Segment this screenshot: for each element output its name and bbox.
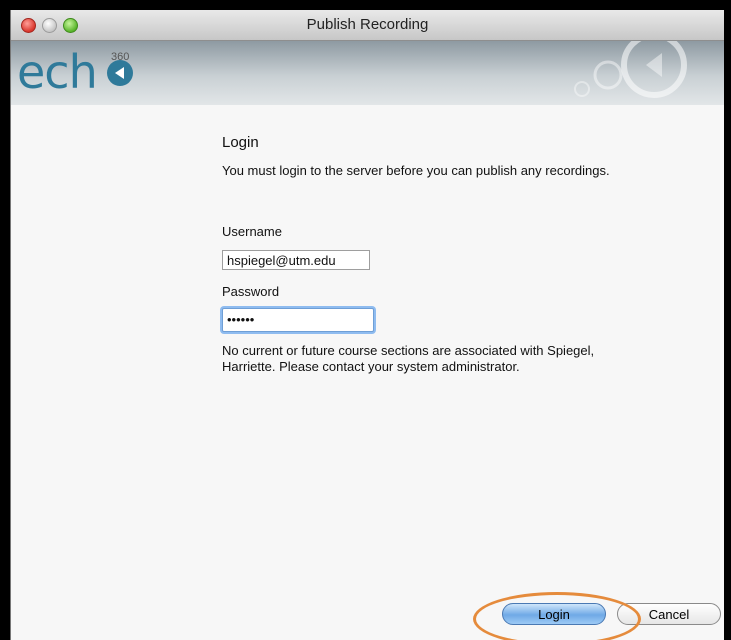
password-field[interactable]: •••••• bbox=[222, 308, 374, 332]
echo360-logo-icon bbox=[107, 60, 133, 86]
echo360-logo-superscript: 360 bbox=[111, 51, 130, 63]
echo360-logo-text: ech bbox=[17, 45, 98, 99]
login-button[interactable]: Login bbox=[502, 603, 606, 625]
login-instructions: You must login to the server before you … bbox=[222, 163, 610, 178]
login-heading: Login bbox=[222, 134, 259, 151]
title-bar: Publish Recording bbox=[11, 10, 724, 41]
username-label: Username bbox=[222, 224, 282, 239]
banner-decoration-icon bbox=[574, 41, 687, 98]
cancel-button[interactable]: Cancel bbox=[617, 603, 721, 625]
error-message: No current or future course sections are… bbox=[222, 343, 595, 374]
window-title: Publish Recording bbox=[306, 16, 429, 33]
echo360-banner: ech 360 bbox=[11, 41, 724, 105]
username-field[interactable]: hspiegel@utm.edu bbox=[222, 250, 370, 270]
password-label: Password bbox=[222, 284, 280, 299]
publish-recording-window: Publish Recording ech 360 Login You must… bbox=[10, 10, 724, 640]
